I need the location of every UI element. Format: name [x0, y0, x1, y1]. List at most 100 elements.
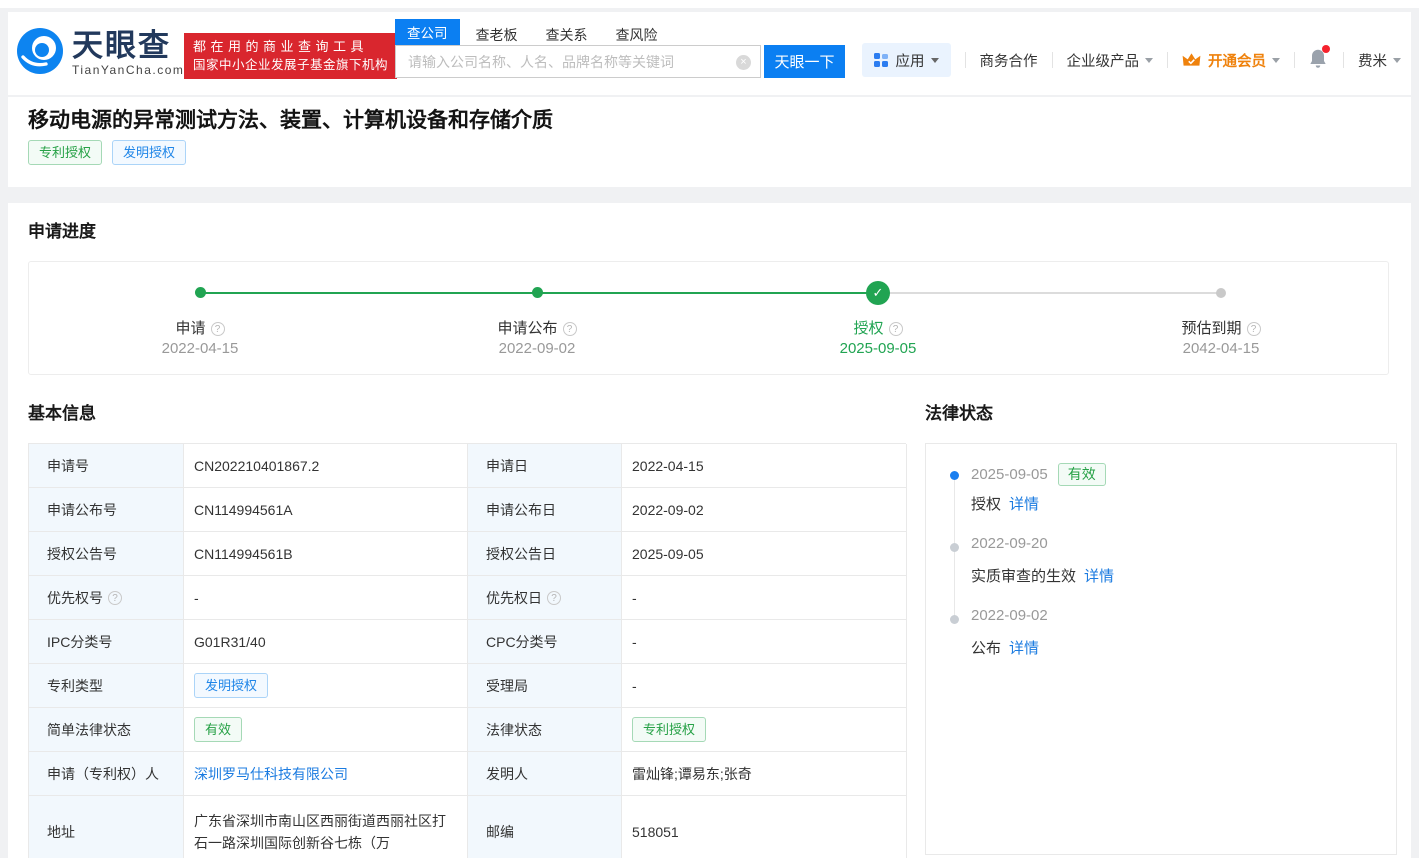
tianyancha-logo[interactable]: 天眼查 TianYanCha.com	[16, 27, 184, 80]
applicant-company-link[interactable]: 深圳罗马仕科技有限公司	[194, 764, 348, 784]
legal-event-date: 2025-09-05	[971, 466, 1048, 483]
step-dot-apply	[195, 287, 206, 298]
step-date-grant: 2025-09-05	[778, 340, 978, 357]
tab-relation[interactable]: 查关系	[546, 25, 588, 45]
row-label: CPC分类号	[468, 620, 622, 664]
brand-name: 天眼查	[72, 30, 184, 62]
nav-apps-label: 应用	[896, 50, 925, 71]
help-icon[interactable]: ?	[563, 322, 577, 336]
legal-dot	[950, 543, 959, 552]
row-value: -	[622, 664, 907, 708]
legal-dot-current	[950, 471, 959, 480]
divider	[965, 52, 966, 68]
nav-user[interactable]: 费米	[1358, 50, 1401, 71]
row-value: 雷灿锋;谭易东;张奇	[622, 752, 907, 796]
search-input[interactable]	[396, 46, 726, 77]
nav-enterprise-label: 企业级产品	[1067, 50, 1140, 71]
clear-icon[interactable]: ×	[736, 55, 751, 70]
chevron-down-icon	[1145, 58, 1153, 63]
brand-slogan-badge: 都在用的商业查询工具 国家中小企业发展子基金旗下机构	[184, 33, 397, 79]
legal-event-desc: 授权	[971, 493, 1001, 514]
brand-domain: TianYanCha.com	[72, 63, 184, 77]
row-value: 有效	[184, 708, 468, 752]
detail-link[interactable]: 详情	[1084, 565, 1114, 586]
tag-patent-granted: 专利授权	[28, 140, 102, 165]
chevron-down-icon	[931, 58, 939, 63]
divider	[1052, 52, 1053, 68]
nav-vip[interactable]: 开通会员	[1182, 50, 1280, 71]
row-label: 申请（专利权）人	[29, 752, 184, 796]
nav-apps[interactable]: 应用	[862, 43, 951, 77]
tag-patent-granted: 专利授权	[632, 717, 706, 742]
header: 天眼查 TianYanCha.com 都在用的商业查询工具 国家中小企业发展子基…	[8, 12, 1411, 95]
username: 费米	[1358, 50, 1387, 71]
detail-link[interactable]: 详情	[1009, 637, 1039, 658]
row-label: 申请公布号	[29, 488, 184, 532]
chevron-down-icon	[1272, 58, 1280, 63]
row-label: 授权公告号	[29, 532, 184, 576]
divider	[1167, 52, 1168, 68]
progress-heading: 申请进度	[28, 217, 96, 242]
notification-bell-icon[interactable]	[1309, 48, 1327, 72]
step-check-icon: ✓	[866, 281, 890, 305]
header-nav: 应用 商务合作 企业级产品 开通会员	[862, 42, 1402, 78]
row-label: IPC分类号	[29, 620, 184, 664]
step-label-publish: 申请公布?	[437, 317, 637, 338]
step-date-expiry: 2042-04-15	[1121, 340, 1321, 357]
help-icon[interactable]: ?	[547, 591, 561, 605]
notification-dot	[1322, 45, 1330, 53]
row-value: 2022-04-15	[622, 444, 907, 488]
search-tabs: 查公司 查老板 查关系 查风险	[395, 23, 686, 45]
row-value: G01R31/40	[184, 620, 468, 664]
main-content: 申请进度 ✓ 申请? 2022-04-15 申请公布? 2022-09-02 授…	[8, 203, 1411, 858]
row-label: 发明人	[468, 752, 622, 796]
crown-icon	[1182, 52, 1201, 69]
slogan-line1: 都在用的商业查询工具	[193, 38, 388, 56]
tab-risk[interactable]: 查风险	[616, 25, 658, 45]
divider	[1343, 52, 1344, 68]
tab-boss[interactable]: 查老板	[476, 25, 518, 45]
row-label: 地址	[29, 796, 184, 858]
row-label: 优先权号?	[29, 576, 184, 620]
chevron-down-icon	[1393, 58, 1401, 63]
patent-title-section: 移动电源的异常测试方法、装置、计算机设备和存储介质 专利授权 发明授权	[8, 97, 1411, 187]
nav-cooperation[interactable]: 商务合作	[980, 50, 1038, 71]
row-value: CN114994561A	[184, 488, 468, 532]
nav-vip-label: 开通会员	[1208, 50, 1266, 71]
tab-company[interactable]: 查公司	[395, 19, 460, 45]
slogan-line2: 国家中小企业发展子基金旗下机构	[193, 56, 388, 74]
help-icon[interactable]: ?	[211, 322, 225, 336]
search-button[interactable]: 天眼一下	[764, 45, 845, 78]
tag-invention-granted: 发明授权	[194, 673, 268, 698]
legal-event-date: 2022-09-02	[971, 607, 1048, 624]
row-value: 深圳罗马仕科技有限公司	[184, 752, 468, 796]
legal-event-date: 2022-09-20	[971, 535, 1048, 552]
top-strip	[0, 0, 1419, 8]
patent-title: 移动电源的异常测试方法、装置、计算机设备和存储介质	[28, 104, 553, 134]
detail-link[interactable]: 详情	[1009, 493, 1039, 514]
nav-enterprise[interactable]: 企业级产品	[1067, 50, 1154, 71]
row-value: CN202210401867.2	[184, 444, 468, 488]
timeline-segment-future	[878, 292, 1221, 294]
divider	[1294, 52, 1295, 68]
patent-tags: 专利授权 发明授权	[28, 140, 186, 165]
row-label: 申请号	[29, 444, 184, 488]
help-icon[interactable]: ?	[889, 322, 903, 336]
row-label: 邮编	[468, 796, 622, 858]
row-label: 法律状态	[468, 708, 622, 752]
step-label-grant: 授权?	[778, 317, 978, 338]
row-value: -	[184, 576, 468, 620]
row-label: 申请日	[468, 444, 622, 488]
tag-invention-granted: 发明授权	[112, 140, 186, 165]
help-icon[interactable]: ?	[1247, 322, 1261, 336]
legal-event-desc: 公布	[971, 637, 1001, 658]
apps-grid-icon	[874, 53, 889, 68]
row-label: 简单法律状态	[29, 708, 184, 752]
row-value: 专利授权	[622, 708, 907, 752]
row-value: -	[622, 620, 907, 664]
row-value: 发明授权	[184, 664, 468, 708]
row-value: -	[622, 576, 907, 620]
basic-info-heading: 基本信息	[28, 399, 96, 424]
help-icon[interactable]: ?	[108, 591, 122, 605]
search-bar: × 天眼一下	[395, 45, 845, 78]
